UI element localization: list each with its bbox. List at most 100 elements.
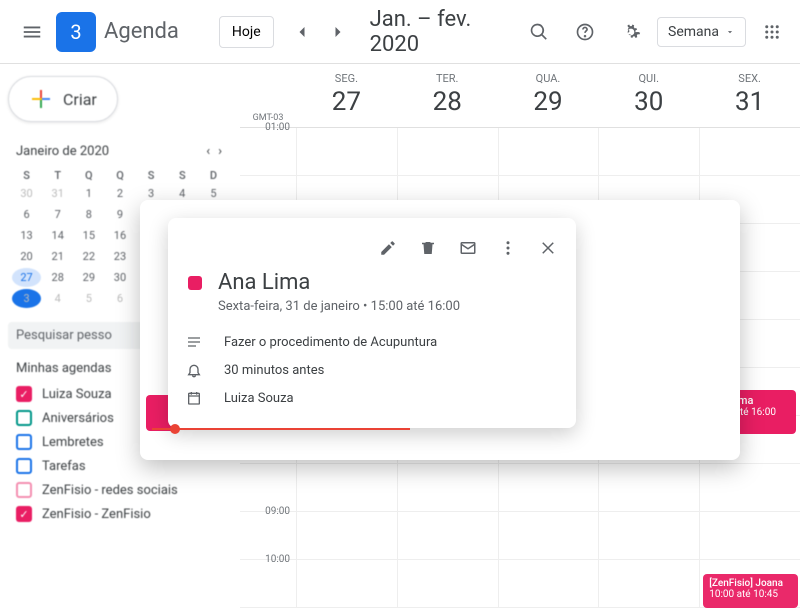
day-number: 29	[498, 87, 599, 117]
calendar-checkbox[interactable]	[16, 482, 32, 498]
mini-day[interactable]: 20	[12, 247, 41, 266]
mini-weekday: T	[43, 169, 72, 182]
mini-day[interactable]: 3	[12, 289, 41, 308]
close-popup-button[interactable]	[530, 230, 566, 266]
date-range-label: Jan. – fev. 2020	[370, 7, 519, 57]
mini-day[interactable]: 14	[43, 226, 72, 245]
day-header[interactable]: SEG.27	[296, 64, 397, 127]
calendar-checkbox[interactable]	[16, 434, 32, 450]
mail-icon	[459, 239, 477, 257]
mini-day[interactable]: 6	[12, 205, 41, 224]
settings-button[interactable]	[611, 12, 651, 52]
mini-day[interactable]: 4	[43, 289, 72, 308]
apps-button[interactable]	[752, 12, 792, 52]
more-vertical-icon	[499, 239, 517, 257]
time-cell[interactable]	[598, 512, 699, 559]
pencil-icon	[379, 239, 397, 257]
popup-organizer-row: Luiza Souza	[168, 384, 576, 412]
day-header[interactable]: TER.28	[397, 64, 498, 127]
day-header[interactable]: QUA.29	[498, 64, 599, 127]
mini-day[interactable]: 1	[74, 184, 103, 203]
app-logo: 3 Agenda	[56, 12, 179, 52]
popup-description: Fazer o procedimento de Acupuntura	[224, 335, 437, 350]
calendar-item[interactable]: ZenFisio - ZenFisio	[8, 502, 232, 526]
day-abbr: TER.	[397, 72, 498, 85]
mini-next-button[interactable]: ›	[216, 142, 224, 161]
mini-day[interactable]: 2	[105, 184, 134, 203]
mini-day[interactable]: 7	[43, 205, 72, 224]
time-cell[interactable]	[296, 512, 397, 559]
calendar-checkbox[interactable]	[16, 458, 32, 474]
more-options-button[interactable]	[490, 230, 526, 266]
search-button[interactable]	[519, 12, 559, 52]
today-button[interactable]: Hoje	[219, 16, 274, 48]
mini-weekday: S	[137, 169, 166, 182]
menu-icon	[21, 21, 43, 43]
time-row: 01:00	[240, 128, 800, 176]
day-abbr: QUI.	[598, 72, 699, 85]
email-guests-button[interactable]	[450, 230, 486, 266]
time-cell[interactable]	[598, 464, 699, 511]
view-selector[interactable]: Semana	[657, 17, 746, 47]
time-cell[interactable]	[498, 464, 599, 511]
popup-organizer: Luiza Souza	[224, 391, 294, 406]
mini-day[interactable]: 30	[12, 184, 41, 203]
mini-day[interactable]: 29	[74, 268, 103, 287]
mini-prev-button[interactable]: ‹	[204, 142, 212, 161]
day-header[interactable]: SEX.31	[699, 64, 800, 127]
time-cell[interactable]	[397, 464, 498, 511]
mini-day[interactable]: 5	[74, 289, 103, 308]
mini-weekday: S	[168, 169, 197, 182]
time-cell[interactable]	[397, 512, 498, 559]
create-button[interactable]: Criar	[8, 76, 118, 122]
calendar-label: ZenFisio - ZenFisio	[42, 507, 151, 522]
event-zenfisio-joana[interactable]: [ZenFisio] Joana 10:00 até 10:45	[703, 574, 798, 608]
time-cell[interactable]	[498, 128, 599, 175]
help-button[interactable]	[565, 12, 605, 52]
time-cell[interactable]	[296, 128, 397, 175]
mini-weekday: S	[12, 169, 41, 182]
mini-day[interactable]: 15	[74, 226, 103, 245]
day-number: 30	[598, 87, 699, 117]
popup-event-title: Ana Lima	[218, 270, 558, 295]
week-nav	[286, 16, 354, 48]
time-label	[240, 458, 296, 511]
time-cell[interactable]	[699, 128, 800, 175]
calendar-checkbox[interactable]	[16, 410, 32, 426]
mini-day[interactable]: 22	[74, 247, 103, 266]
delete-event-button[interactable]	[410, 230, 446, 266]
mini-day[interactable]: 13	[12, 226, 41, 245]
time-row	[240, 464, 800, 512]
time-cell[interactable]	[296, 464, 397, 511]
mini-day[interactable]: 9	[105, 205, 134, 224]
day-abbr: SEG.	[296, 72, 397, 85]
hamburger-menu-button[interactable]	[8, 8, 56, 56]
calendar-label: Aniversários	[42, 411, 114, 426]
mini-day[interactable]: 28	[43, 268, 72, 287]
mini-day[interactable]: 31	[43, 184, 72, 203]
edit-event-button[interactable]	[370, 230, 406, 266]
search-icon	[529, 22, 549, 42]
mini-day[interactable]: 21	[43, 247, 72, 266]
calendar-label: ZenFisio - redes sociais	[42, 483, 178, 498]
calendar-checkbox[interactable]	[16, 506, 32, 522]
popup-reminder: 30 minutos antes	[224, 363, 324, 378]
time-cell[interactable]	[598, 128, 699, 175]
mini-day[interactable]: 16	[105, 226, 134, 245]
time-cell[interactable]	[699, 464, 800, 511]
mini-day[interactable]: 6	[105, 289, 134, 308]
mini-day[interactable]: 8	[74, 205, 103, 224]
mini-day[interactable]: 30	[105, 268, 134, 287]
popup-description-row: Fazer o procedimento de Acupuntura	[168, 328, 576, 356]
next-week-button[interactable]	[322, 16, 354, 48]
calendar-item[interactable]: ZenFisio - redes sociais	[8, 478, 232, 502]
mini-day[interactable]: 23	[105, 247, 134, 266]
prev-week-button[interactable]	[286, 16, 318, 48]
calendar-checkbox[interactable]	[16, 386, 32, 402]
gear-icon	[621, 22, 641, 42]
time-cell[interactable]	[498, 512, 599, 559]
day-header[interactable]: QUI. 30	[598, 64, 699, 127]
time-cell[interactable]	[699, 512, 800, 559]
time-cell[interactable]	[397, 128, 498, 175]
mini-day[interactable]: 27	[12, 268, 41, 287]
